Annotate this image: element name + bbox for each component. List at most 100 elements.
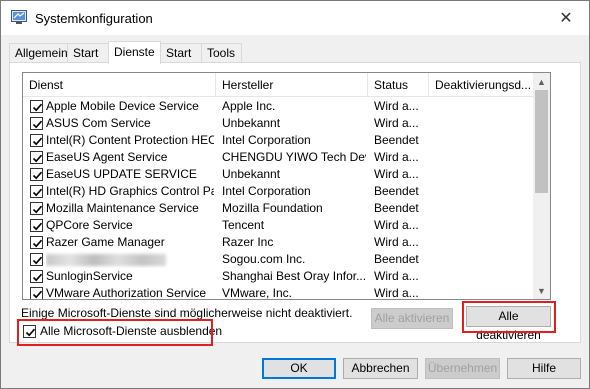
scroll-up-icon[interactable]: ▲ (533, 73, 550, 90)
service-name: ASUS Com Service (46, 116, 151, 130)
tab-tools[interactable]: Tools (201, 43, 242, 63)
checkmark-icon (32, 171, 43, 180)
service-name: Mozilla Maintenance Service (46, 201, 199, 215)
service-status: Beendet (374, 133, 419, 147)
service-checkbox[interactable] (30, 117, 43, 130)
checkmark-icon (32, 239, 43, 248)
scroll-down-icon[interactable]: ▼ (533, 282, 550, 299)
table-row[interactable]: Apple Mobile Device Service Apple Inc. Wir… (23, 98, 533, 115)
list-rows: Apple Mobile Device Service Apple Inc. Wir… (23, 98, 533, 300)
service-checkbox[interactable] (30, 202, 43, 215)
ok-button[interactable]: OK (262, 358, 336, 379)
cancel-button[interactable]: Abbrechen (343, 358, 418, 379)
service-name (46, 251, 214, 268)
table-row[interactable]: SunloginService Shanghai Best Oray Infor.… (23, 268, 533, 285)
service-vendor: Sogou.com Inc. (222, 252, 306, 266)
table-row[interactable]: Intel(R) Content Protection HEC... Intel … (23, 132, 533, 149)
service-vendor: Razer Inc (222, 235, 274, 249)
redacted-service-name (46, 254, 166, 266)
table-row[interactable]: QPCore Service Tencent Wird a... (23, 217, 533, 234)
service-status: Wird a... (374, 235, 419, 249)
close-button[interactable]: ✕ (543, 1, 589, 35)
service-vendor: CHENGDU YIWO Tech Dev... (222, 150, 366, 164)
service-vendor: Unbekannt (222, 167, 281, 181)
service-checkbox[interactable] (30, 219, 43, 232)
service-status: Beendet (374, 252, 419, 266)
tab-start-startup[interactable]: Start (160, 43, 202, 63)
column-header-disable-date[interactable]: Deaktivierungsd... (429, 73, 533, 96)
vertical-scrollbar[interactable]: ▲ ▼ (533, 73, 550, 299)
msconfig-app-icon (11, 10, 27, 25)
service-vendor: Shanghai Best Oray Infor... (222, 269, 366, 283)
column-header-vendor[interactable]: Hersteller (216, 73, 368, 96)
service-name: Razer Game Manager (46, 235, 165, 249)
apply-button[interactable]: Übernehmen (425, 358, 500, 379)
tab-allgemein[interactable]: Allgemein (9, 43, 68, 63)
services-list[interactable]: Dienst Hersteller Status Deaktivierungsd… (22, 72, 551, 300)
service-checkbox[interactable] (30, 168, 43, 181)
checkmark-icon (32, 137, 43, 146)
service-name: VMware Authorization Service (46, 286, 207, 300)
column-header-service[interactable]: Dienst (23, 73, 216, 96)
service-checkbox[interactable] (30, 185, 43, 198)
window-title: Systemkonfiguration (35, 11, 153, 26)
service-checkbox[interactable] (30, 270, 43, 283)
column-header-status[interactable]: Status (368, 73, 429, 96)
help-button[interactable]: Hilfe (507, 358, 581, 379)
highlight-disable-all (462, 301, 556, 333)
system-configuration-window: Systemkonfiguration ✕ Allgemein Start Di… (0, 0, 590, 389)
table-row[interactable]: ASUS Com Service Unbekannt Wird a... (23, 115, 533, 132)
service-status: Beendet (374, 184, 419, 198)
service-checkbox[interactable] (30, 287, 43, 299)
title-bar: Systemkonfiguration ✕ (1, 1, 589, 35)
list-header: Dienst Hersteller Status Deaktivierungsd… (23, 73, 533, 97)
enable-all-button[interactable]: Alle aktivieren (371, 308, 453, 329)
table-row[interactable]: Sogou.com Inc. Beendet (23, 251, 533, 268)
tab-start-boot[interactable]: Start (67, 43, 109, 63)
checkmark-icon (32, 273, 43, 282)
table-row[interactable]: EaseUS UPDATE SERVICE Unbekannt Wird a... (23, 166, 533, 183)
service-name: QPCore Service (46, 218, 133, 232)
checkmark-icon (32, 188, 43, 197)
service-vendor: Intel Corporation (222, 184, 311, 198)
service-status: Wird a... (374, 99, 419, 113)
checkmark-icon (32, 222, 43, 231)
service-checkbox[interactable] (30, 236, 43, 249)
table-row[interactable]: VMware Authorization Service VMware, Inc.… (23, 285, 533, 300)
service-status: Wird a... (374, 167, 419, 181)
service-status: Wird a... (374, 218, 419, 232)
service-status: Wird a... (374, 269, 419, 283)
service-checkbox[interactable] (30, 134, 43, 147)
service-vendor: Tencent (222, 218, 265, 232)
service-name: Intel(R) Content Protection HEC... (46, 133, 214, 147)
note-text: Einige Microsoft-Dienste sind möglicherw… (21, 306, 353, 320)
service-name: SunloginService (46, 269, 133, 283)
service-vendor: Mozilla Foundation (222, 201, 323, 215)
checkmark-icon (32, 154, 43, 163)
service-status: Wird a... (374, 286, 419, 300)
table-row[interactable]: Mozilla Maintenance Service Mozilla Found… (23, 200, 533, 217)
table-row[interactable]: Intel(R) HD Graphics Control Pa... Intel … (23, 183, 533, 200)
service-name: EaseUS UPDATE SERVICE (46, 167, 197, 181)
table-row[interactable]: Razer Game Manager Razer Inc Wird a... (23, 234, 533, 251)
service-status: Wird a... (374, 150, 419, 164)
service-name: EaseUS Agent Service (46, 150, 168, 164)
service-checkbox[interactable] (30, 151, 43, 164)
service-name: Intel(R) HD Graphics Control Pa... (46, 184, 214, 198)
service-name: Apple Mobile Device Service (46, 99, 199, 113)
highlight-hide-ms-services (17, 319, 213, 346)
service-status: Beendet (374, 201, 419, 215)
checkmark-icon (32, 290, 43, 299)
service-vendor: Unbekannt (222, 116, 281, 130)
scroll-thumb[interactable] (535, 90, 548, 193)
service-vendor: VMware, Inc. (222, 286, 293, 300)
service-vendor: Intel Corporation (222, 133, 311, 147)
service-status: Wird a... (374, 116, 419, 130)
service-checkbox[interactable] (30, 253, 43, 266)
service-vendor: Apple Inc. (222, 99, 276, 113)
service-checkbox[interactable] (30, 100, 43, 113)
table-row[interactable]: EaseUS Agent Service CHENGDU YIWO Tech De… (23, 149, 533, 166)
checkmark-icon (32, 256, 43, 265)
checkmark-icon (32, 103, 43, 112)
tab-dienste[interactable]: Dienste (108, 41, 161, 64)
